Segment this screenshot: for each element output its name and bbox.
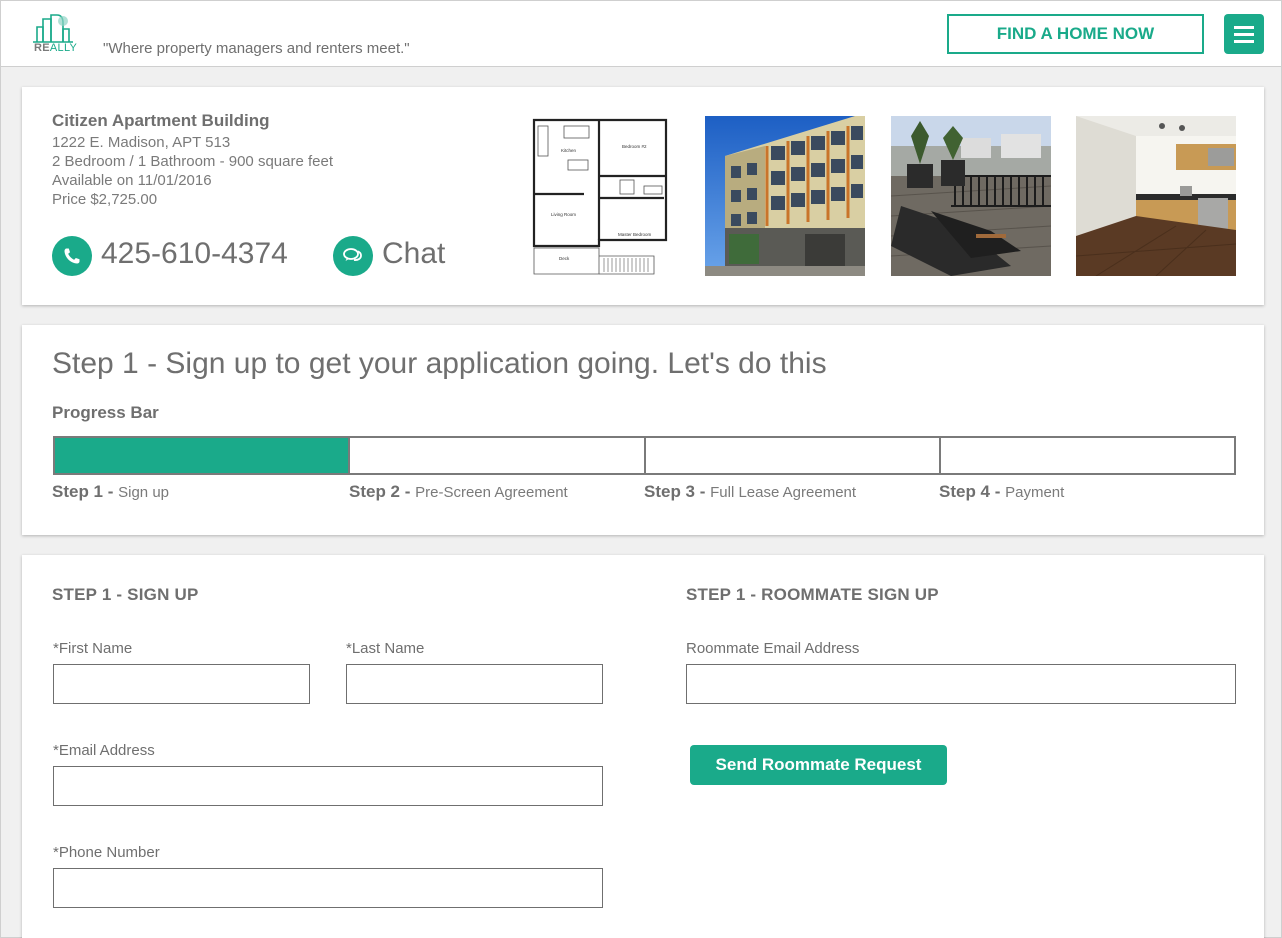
floorplan-image[interactable]: Kitchen Bedroom #2 Living Room Master Be… [524, 116, 674, 276]
page-title: Step 1 - Sign up to get your application… [52, 347, 827, 380]
first-name-input[interactable] [53, 664, 310, 704]
building-address: 1222 E. Madison, APT 513 [52, 134, 231, 151]
last-name-label: *Last Name [346, 640, 425, 657]
progress-card: Step 1 - Sign up to get your application… [22, 325, 1264, 535]
phone-number[interactable]: 425-610-4374 [101, 237, 288, 271]
progress-segment-3 [646, 438, 941, 473]
progress-segment-1 [55, 438, 351, 473]
progress-bar-label: Progress Bar [52, 403, 159, 422]
logo-wordmark: REALLY [34, 42, 78, 54]
progress-segment-4 [941, 438, 1234, 473]
available-date: Available on 11/01/2016 [52, 172, 212, 189]
menu-button[interactable] [1224, 14, 1264, 54]
floorplan-kitchen-label: Kitchen [561, 148, 577, 153]
floorplan-bedroom2-label: Bedroom #2 [622, 144, 647, 149]
chat-icon[interactable] [333, 236, 373, 276]
send-roommate-request-button[interactable]: Send Roommate Request [690, 745, 947, 785]
tagline: "Where property managers and renters mee… [103, 40, 410, 57]
menu-icon [1234, 26, 1254, 29]
step-label-1: Step 1 - Sign up [52, 482, 169, 501]
step-label-2: Step 2 - Pre-Screen Agreement [349, 482, 568, 501]
building-exterior-photo[interactable] [705, 116, 865, 276]
logo[interactable]: REALLY [31, 13, 87, 57]
roommate-email-input[interactable] [686, 664, 1236, 704]
find-home-button[interactable]: FIND A HOME NOW [947, 14, 1204, 54]
floorplan-deck-label: Deck [559, 256, 570, 261]
roommate-email-label: Roommate Email Address [686, 640, 860, 657]
chat-link[interactable]: Chat [382, 237, 445, 271]
signup-form-card: STEP 1 - SIGN UP *First Name *Last Name … [22, 555, 1264, 938]
roommate-section-title: STEP 1 - ROOMMATE SIGN UP [686, 585, 939, 604]
site-header: REALLY "Where property managers and rent… [1, 1, 1281, 67]
email-input[interactable] [53, 766, 603, 806]
phone-icon[interactable] [52, 236, 92, 276]
last-name-input[interactable] [346, 664, 603, 704]
floorplan-master-label: Master Bedroom [618, 232, 652, 237]
progress-segment-2 [350, 438, 646, 473]
kitchen-interior-photo[interactable] [1076, 116, 1236, 276]
signup-section-title: STEP 1 - SIGN UP [52, 585, 199, 604]
progress-bar [53, 436, 1236, 475]
phone-label: *Phone Number [53, 844, 160, 861]
rooftop-deck-photo[interactable] [891, 116, 1051, 276]
listing-card: Citizen Apartment Building 1222 E. Madis… [22, 87, 1264, 305]
email-label: *Email Address [53, 742, 155, 759]
phone-input[interactable] [53, 868, 603, 908]
step-label-4: Step 4 - Payment [939, 482, 1065, 501]
floorplan-living-label: Living Room [551, 212, 576, 217]
first-name-label: *First Name [53, 640, 133, 657]
buildings-logo-icon [33, 14, 73, 43]
building-name: Citizen Apartment Building [52, 111, 270, 130]
unit-details: 2 Bedroom / 1 Bathroom - 900 square feet [52, 153, 333, 170]
price: Price $2,725.00 [52, 191, 158, 208]
step-label-3: Step 3 - Full Lease Agreement [644, 482, 857, 501]
